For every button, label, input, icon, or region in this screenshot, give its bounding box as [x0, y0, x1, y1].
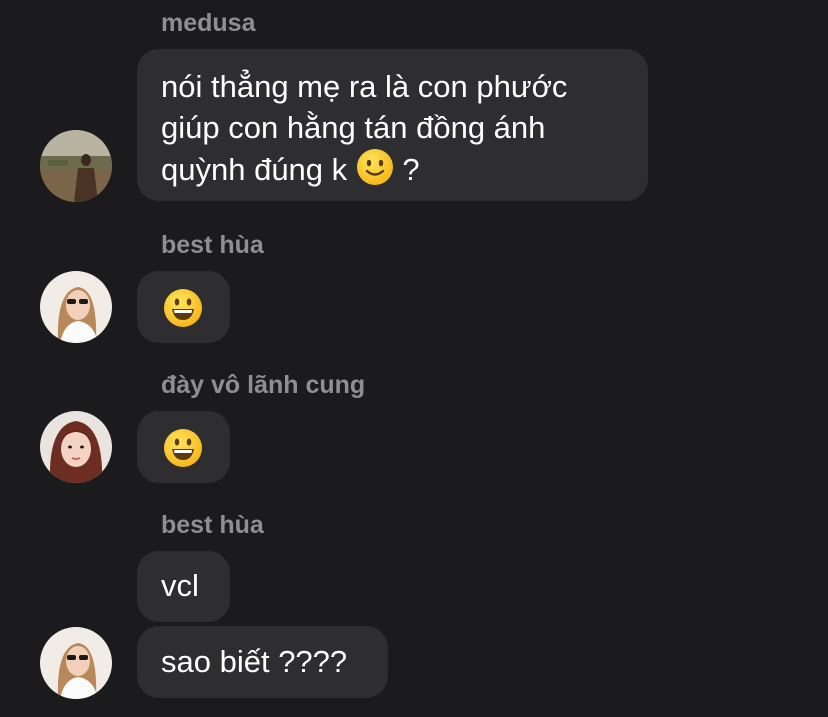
- message-bubble[interactable]: [137, 271, 230, 343]
- message-text: vcl: [161, 568, 199, 603]
- message-bubble[interactable]: vcl: [137, 551, 230, 622]
- message-bubble[interactable]: [137, 411, 230, 483]
- message-bubble[interactable]: nói thẳng mẹ ra là con phước giúp con hằ…: [137, 49, 648, 201]
- grinning-face-icon: [163, 428, 203, 478]
- sunglasses-girl-avatar[interactable]: [40, 271, 112, 343]
- chat-thread: medusa nói thẳng mẹ ra là con phước giúp…: [0, 0, 828, 717]
- grinning-face-icon: [163, 288, 203, 338]
- sender-name: best hùa: [161, 231, 264, 259]
- red-hair-girl-avatar[interactable]: [40, 411, 112, 483]
- outdoor-photo-avatar[interactable]: [40, 130, 112, 202]
- sunglasses-girl-avatar[interactable]: [40, 627, 112, 699]
- sender-name: đày vô lãnh cung: [161, 371, 366, 399]
- sender-name: best hùa: [161, 511, 264, 539]
- message-bubble[interactable]: sao biết ????: [137, 626, 388, 698]
- sender-name: medusa: [161, 9, 256, 37]
- slightly-smiling-face-icon: [356, 148, 394, 196]
- message-text: sao biết ????: [161, 644, 348, 679]
- message-text: nói thẳng mẹ ra là con phước giúp con hằ…: [161, 66, 624, 196]
